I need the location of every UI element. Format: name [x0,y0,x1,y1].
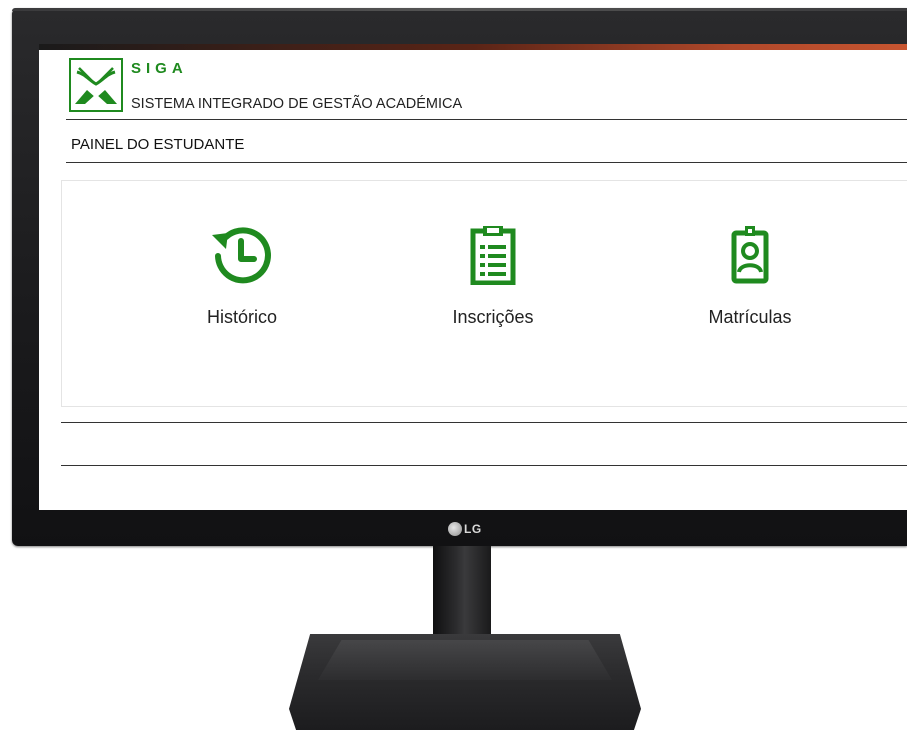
header-divider [66,119,907,120]
tile-label-historico: Histórico [206,307,277,327]
footer-divider-1 [61,422,907,423]
page-title: PAINEL DO ESTUDANTE [71,136,245,153]
tile-label-matriculas: Matrículas [708,307,792,327]
title-divider [66,162,907,163]
id-badge-icon [731,226,769,284]
system-subtitle: SISTEMA INTEGRADO DE GESTÃO ACADÉMICA [131,96,463,112]
bezel-edge [12,8,907,11]
brand-text: LG [464,522,482,536]
siga-logo-icon [69,58,123,112]
lg-logo-icon [448,522,462,536]
footer-divider-2 [61,465,907,466]
clipboard-list-icon [470,226,516,285]
app-header: SIGA SISTEMA INTEGRADO DE GESTÃO ACADÉMI… [69,58,907,116]
monitor: SIGA SISTEMA INTEGRADO DE GESTÃO ACADÉMI… [12,8,907,546]
tile-matriculas[interactable]: Matrículas [660,223,840,343]
lg-brand: LG [448,520,482,538]
monitor-stand-neck [433,546,491,638]
screen-glow [39,44,907,50]
tile-inscricoes[interactable]: Inscrições [403,223,583,343]
dashboard-card: Histórico Inscrições Matrículas [61,180,907,407]
logo-text: SIGA [131,60,188,77]
screen: SIGA SISTEMA INTEGRADO DE GESTÃO ACADÉMI… [39,44,907,510]
tile-historico[interactable]: Histórico [152,223,332,343]
monitor-stand-base-top [318,640,612,680]
history-icon [212,227,271,284]
tile-label-inscricoes: Inscrições [452,307,534,327]
